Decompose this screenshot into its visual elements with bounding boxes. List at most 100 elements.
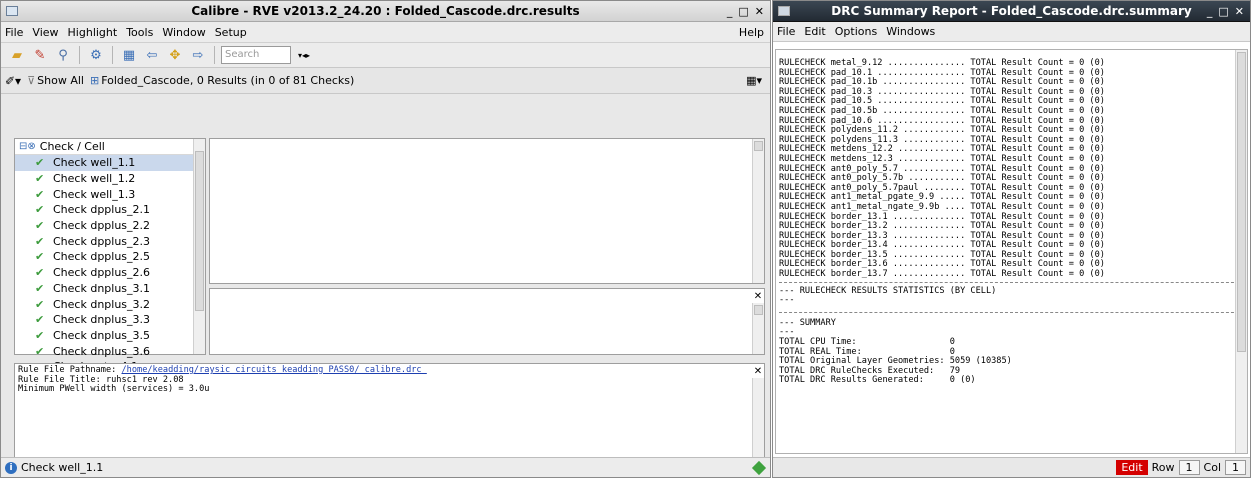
check-pass-icon: ✔ [35, 234, 45, 248]
tree-row[interactable]: ✔ Check dpplus_2.2 [15, 218, 205, 234]
tree-row[interactable]: ✔ Check dnplus_3.6 [15, 343, 205, 359]
detail-vscrollbar[interactable] [752, 303, 764, 354]
tree-row[interactable]: ✔ Check dpplus_2.5 [15, 249, 205, 265]
navigate-cross-icon[interactable]: ✥ [165, 45, 185, 65]
check-pass-icon: ✔ [35, 203, 45, 217]
toolbar-separator [79, 46, 80, 64]
tree-row-label: Check dpplus_2.2 [53, 219, 151, 233]
summary-vscrollbar[interactable] [1235, 50, 1247, 453]
row-field[interactable]: 1 [1178, 460, 1200, 475]
highlight-pen-icon[interactable]: ✎ [30, 45, 50, 65]
tree-row[interactable]: ✔ Check dnplus_3.3 [15, 312, 205, 328]
close-panel-icon[interactable]: ✕ [753, 291, 763, 302]
results-view[interactable] [209, 138, 765, 284]
rve-titlebar[interactable]: Calibre - RVE v2013.2_24.20 : Folded_Cas… [1, 1, 770, 22]
menu-options[interactable]: Options [835, 25, 877, 38]
tree-row[interactable]: ✔ Check dnplus_3.5 [15, 328, 205, 344]
tree-row[interactable]: ✔ Check well_1.2 [15, 171, 205, 187]
check-pass-icon: ✔ [35, 219, 45, 233]
back-arrow-icon[interactable]: ⇦ [142, 45, 162, 65]
rve-menubar: File View Highlight Tools Window Setup H… [1, 22, 770, 42]
rve-title: Calibre - RVE v2013.2_24.20 : Folded_Cas… [191, 4, 580, 18]
summary-menubar: File Edit Options Windows [773, 22, 1250, 42]
funnel-icon: ⊽ [27, 74, 36, 87]
menu-view[interactable]: View [32, 26, 58, 39]
toolbar-separator [214, 46, 215, 64]
tree-row[interactable]: ✔ Check dpplus_2.1 [15, 202, 205, 218]
tree-row[interactable]: ✔ Check dpplus_2.6 [15, 265, 205, 281]
menu-help[interactable]: Help [739, 26, 764, 39]
close-button[interactable]: ✕ [755, 5, 764, 18]
menu-highlight[interactable]: Highlight [68, 26, 118, 39]
tree-row-label: Check dnplus_3.6 [53, 344, 151, 358]
stats-dash: --- [779, 295, 795, 306]
summary-window: DRC Summary Report - Folded_Cascode.drc.… [772, 0, 1251, 478]
close-panel-icon[interactable]: ✕ [753, 366, 763, 377]
check-pass-icon: ✔ [35, 344, 45, 358]
menu-edit[interactable]: Edit [804, 25, 825, 38]
check-pass-icon: ✔ [35, 187, 45, 201]
tree-row[interactable]: ✔ Check well_1.1 [15, 155, 205, 171]
rule-file-vscrollbar[interactable] [752, 378, 764, 457]
check-tree[interactable]: ⊟⊗ Check / Cell ✔ Check well_1.1 ✔ Check we… [14, 138, 206, 389]
check-pass-icon: ✔ [35, 250, 45, 264]
menu-file[interactable]: File [777, 25, 795, 38]
window-icon [778, 6, 790, 16]
menu-window[interactable]: Window [162, 26, 205, 39]
tree-row-label: Check dnplus_3.3 [53, 313, 151, 327]
tree-header[interactable]: ⊟⊗ Check / Cell [15, 139, 205, 155]
menu-setup[interactable]: Setup [215, 26, 247, 39]
check-pass-icon: ✔ [35, 281, 45, 295]
check-pass-icon: ✔ [35, 297, 45, 311]
tree-row-label: Check dpplus_2.3 [53, 234, 151, 248]
tree-vscrollbar[interactable] [193, 139, 205, 354]
rule-file-panel[interactable]: Rule File Pathname: /home/keadding/raysi… [14, 363, 765, 458]
menu-tools[interactable]: Tools [126, 26, 153, 39]
tree-row-label: Check dpplus_2.1 [53, 203, 151, 217]
col-field[interactable]: 1 [1225, 460, 1246, 475]
tree-header-icon: ⊟⊗ [19, 141, 36, 152]
rule-file-link[interactable]: /home/keadding/raysic_circuits_keadding_… [122, 365, 427, 375]
tree-row-label: Check dpplus_2.6 [53, 266, 151, 280]
summary-statusbar: Edit Row 1 Col 1 [773, 457, 1250, 477]
separator-line [779, 311, 1244, 313]
open-folder-icon[interactable]: ▰ [7, 45, 27, 65]
summary-titlebar[interactable]: DRC Summary Report - Folded_Cascode.drc.… [773, 1, 1250, 22]
pwell-width-line: Minimum PWell width (services) = 3.0u [18, 384, 210, 395]
show-all-button[interactable]: Show All [37, 74, 84, 87]
filter-grid-icon[interactable]: ▦ [119, 45, 139, 65]
check-pass-icon: ✔ [35, 266, 45, 280]
maximize-button[interactable]: □ [1218, 5, 1228, 18]
zoom-icon[interactable]: ⚲ [53, 45, 73, 65]
tree-row[interactable]: ✔ Check dpplus_2.3 [15, 233, 205, 249]
close-button[interactable]: ✕ [1235, 5, 1244, 18]
check-pass-icon: ✔ [35, 172, 45, 186]
summary-title: DRC Summary Report - Folded_Cascode.drc.… [831, 4, 1192, 18]
tree-row-label: Check dnplus_3.5 [53, 328, 151, 342]
tree-row[interactable]: ✔ Check dnplus_3.2 [15, 296, 205, 312]
search-options-icon[interactable]: ▾◂▸ [294, 45, 314, 65]
tree-row-label: Check well_1.1 [53, 156, 136, 170]
tree-row[interactable]: ✔ Check well_1.3 [15, 186, 205, 202]
menu-file[interactable]: File [5, 26, 23, 39]
settings-gear-icon[interactable]: ⚙ [86, 45, 106, 65]
pen-dropdown-icon[interactable]: ✐▾ [5, 74, 21, 88]
detail-view[interactable]: ✕ [209, 288, 765, 355]
summary-text-area[interactable]: RULECHECK metal_9.12 ............... TOT… [775, 49, 1248, 454]
search-input[interactable]: Search [221, 46, 291, 64]
tree-row-label: Check dnplus_3.1 [53, 281, 151, 295]
rve-window: Calibre - RVE v2013.2_24.20 : Folded_Cas… [0, 0, 771, 478]
summary-header: --- SUMMARY [779, 317, 836, 328]
tree-row[interactable]: ✔ Check dnplus_3.1 [15, 281, 205, 297]
results-vscrollbar[interactable] [752, 139, 764, 283]
minimize-button[interactable]: _ [727, 5, 733, 18]
forward-arrow-icon[interactable]: ⇨ [188, 45, 208, 65]
minimize-button[interactable]: _ [1207, 5, 1213, 18]
tree-row-label: Check well_1.2 [53, 172, 136, 186]
maximize-button[interactable]: □ [738, 5, 748, 18]
filter-bar: ✐▾ ⊽ Show All ⊞ Folded_Cascode, 0 Result… [1, 68, 770, 94]
window-icon [6, 6, 18, 16]
info-icon: i [5, 461, 17, 474]
layout-toggle-icon[interactable]: ▦▾ [746, 74, 762, 87]
menu-windows[interactable]: Windows [886, 25, 935, 38]
